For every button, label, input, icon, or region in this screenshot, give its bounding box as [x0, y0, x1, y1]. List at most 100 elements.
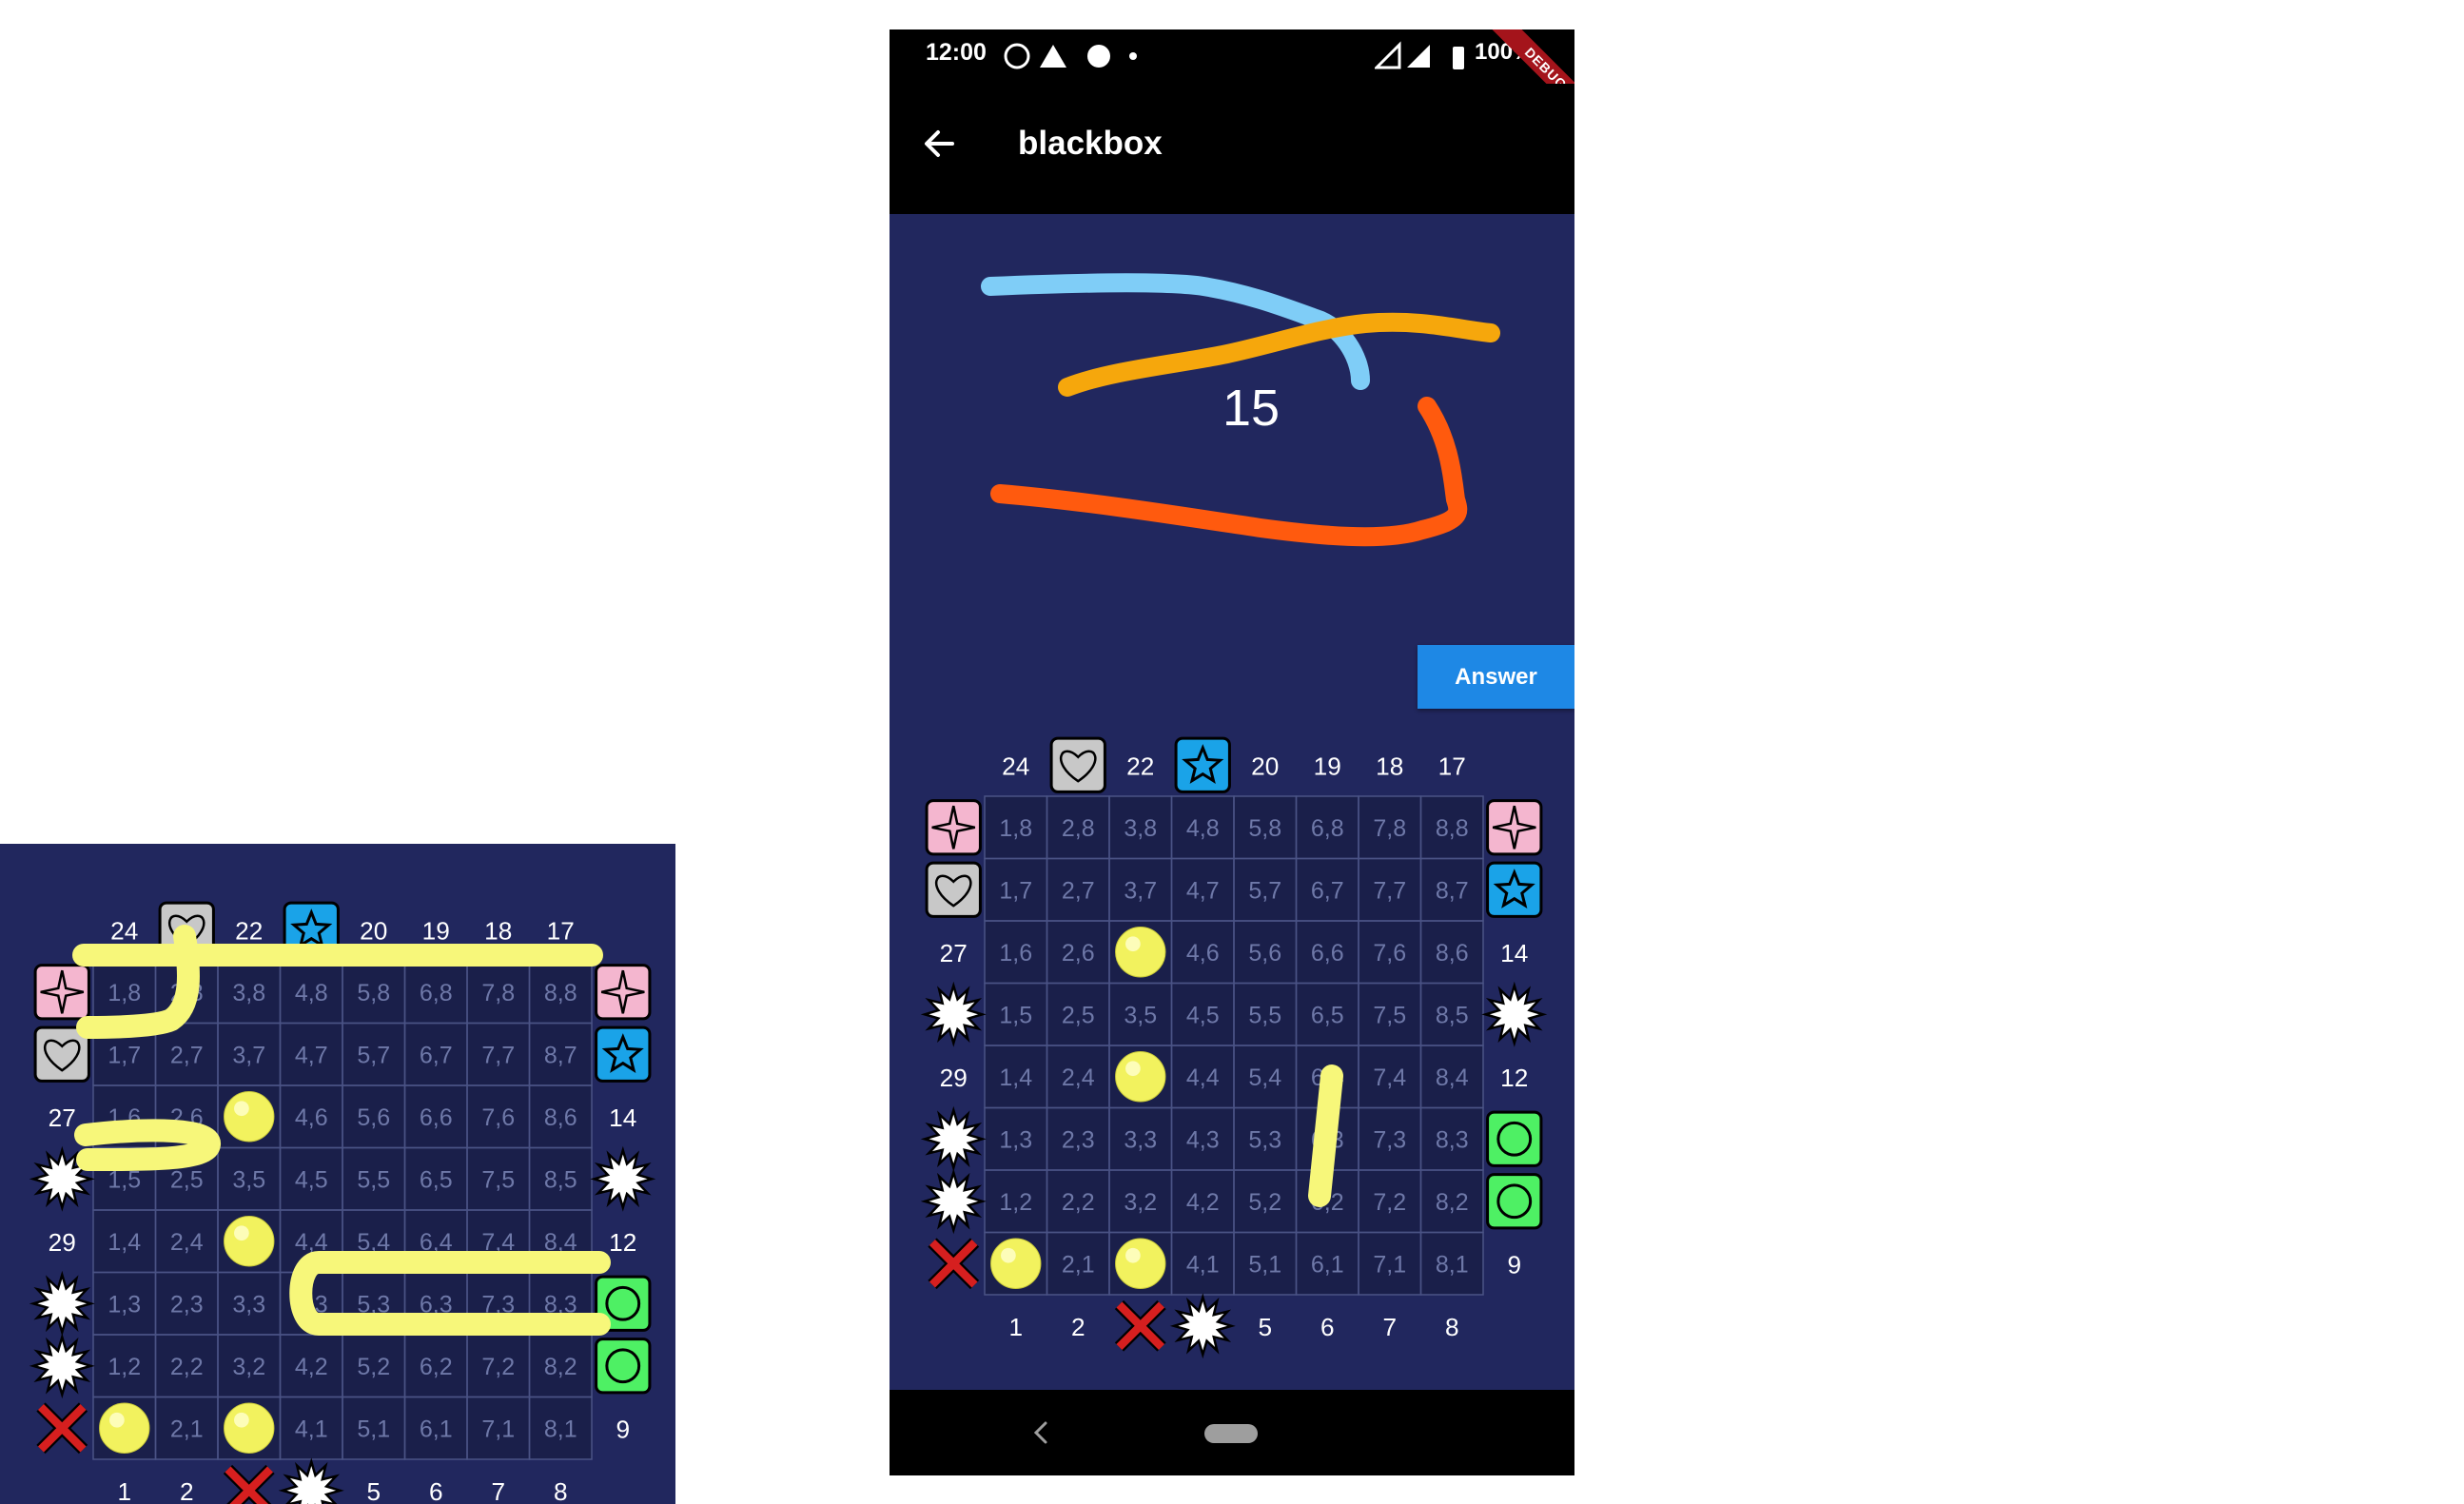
edge-number[interactable]: 17 [1438, 752, 1466, 781]
cell-label: 4,4 [1186, 1065, 1220, 1091]
edge-number[interactable]: 7 [491, 1477, 505, 1504]
scribble-orange [1058, 312, 1500, 397]
left-board-panel: 1,8 2,8 3,8 4,8 5,8 6,8 7,8 8,8 1,7 2,7 3,7 4,7 5,7 6… [0, 844, 675, 1504]
burst-icon[interactable] [590, 1145, 656, 1212]
edge-number[interactable]: 12 [1500, 1064, 1528, 1092]
cell-label: 6,5 [1311, 1002, 1344, 1028]
edge-number[interactable]: 22 [1126, 752, 1154, 781]
star-icon[interactable] [1174, 736, 1231, 793]
star-icon[interactable] [595, 1025, 652, 1083]
edge-number[interactable]: 18 [1376, 752, 1403, 781]
status-icons-left [1004, 43, 1110, 69]
cell-label: 1,7 [108, 1042, 141, 1068]
edge-number[interactable]: 20 [360, 917, 387, 946]
nav-back-icon[interactable] [1023, 1414, 1061, 1452]
app-title: blackbox [1018, 125, 1163, 162]
cell-label: 3,3 [1124, 1126, 1157, 1153]
board-grid: 1,8 2,8 3,8 4,8 5,8 6,8 7,8 8,81,7 2,7 3,7 4,7 5,7 6… [92, 960, 593, 1460]
heart-icon[interactable] [925, 861, 982, 918]
cell-label: 7,7 [481, 1042, 515, 1068]
battery-icon [1453, 47, 1464, 69]
edge-number[interactable]: 1 [117, 1477, 131, 1504]
edge-number[interactable]: 17 [547, 917, 575, 946]
edge-number[interactable]: 27 [940, 939, 968, 967]
cell-label: 1,7 [999, 877, 1032, 904]
edge-number[interactable]: 9 [1507, 1251, 1521, 1279]
edge-number[interactable]: 5 [366, 1477, 381, 1504]
burst-icon[interactable] [29, 1270, 95, 1337]
edge-number[interactable]: 6 [429, 1477, 443, 1504]
edge-number[interactable]: 22 [235, 917, 263, 946]
red-x-icon[interactable] [928, 1238, 980, 1290]
edge-number[interactable]: 5 [1258, 1313, 1272, 1341]
cell-label: 8,5 [544, 1166, 577, 1193]
burst-icon[interactable] [1481, 981, 1548, 1047]
edge-number[interactable]: 1 [1008, 1313, 1023, 1341]
sparkle-icon[interactable] [595, 964, 652, 1021]
cell-label: 8,1 [544, 1416, 577, 1442]
cell-label: 5,6 [357, 1104, 390, 1131]
edge-number[interactable]: 24 [110, 917, 138, 946]
red-x-icon[interactable] [36, 1402, 88, 1455]
cell-label: 4,8 [1186, 815, 1220, 842]
edge-number[interactable]: 24 [1002, 752, 1029, 781]
cell-label: 2,3 [170, 1291, 204, 1318]
sparkle-icon[interactable] [33, 964, 90, 1021]
cell-label: 7,5 [1373, 1002, 1406, 1028]
cell-label: 3,7 [1124, 877, 1157, 904]
answer-button[interactable]: Answer [1418, 645, 1574, 709]
status-bar: 12:00 100% DEBUG [890, 29, 1574, 137]
burst-icon[interactable] [278, 1457, 344, 1504]
cell-label: 2,5 [170, 1166, 204, 1193]
cell-label: 5,7 [1248, 877, 1281, 904]
nav-home-icon[interactable] [1199, 1418, 1265, 1447]
edge-number[interactable]: 2 [1071, 1313, 1085, 1341]
sparkle-icon[interactable] [1486, 799, 1543, 856]
edge-number[interactable]: 14 [609, 1104, 636, 1132]
right-board[interactable]: 1,8 2,8 3,8 4,8 5,8 6,8 7,8 8,8 1,7 2,7 3,7 4,7 5,7 6… [890, 728, 1574, 1384]
cell-label: 5,5 [357, 1166, 390, 1193]
edge-number[interactable]: 20 [1251, 752, 1279, 781]
edge-number[interactable]: 9 [616, 1416, 630, 1444]
cell-label: 6,7 [1311, 877, 1344, 904]
sparkle-icon[interactable] [925, 799, 982, 856]
warning-icon [1040, 45, 1066, 68]
edge-number[interactable]: 7 [1382, 1313, 1397, 1341]
edge-number[interactable]: 19 [1314, 752, 1341, 781]
left-board[interactable]: 1,8 2,8 3,8 4,8 5,8 6,8 7,8 8,81,7 2,7 3,7 4,7 5,7 6… [0, 844, 675, 1504]
burst-icon[interactable] [920, 1105, 987, 1172]
edge-number[interactable]: 29 [940, 1064, 968, 1092]
circle-icon[interactable] [1486, 1173, 1543, 1230]
edge-number[interactable]: 14 [1500, 939, 1528, 967]
cell-label: 8,2 [1436, 1189, 1469, 1216]
edge-number[interactable]: 27 [49, 1104, 76, 1132]
cell-label: 8,5 [1436, 1002, 1469, 1028]
ball [990, 1238, 1042, 1289]
cell-label: 5,8 [357, 980, 390, 1006]
cell-label: 5,3 [1248, 1126, 1281, 1153]
burst-icon[interactable] [920, 981, 987, 1047]
burst-icon[interactable] [920, 1168, 987, 1235]
heart-icon[interactable] [1049, 736, 1106, 793]
red-x-icon[interactable] [223, 1464, 275, 1504]
edge-number[interactable]: 8 [554, 1477, 568, 1504]
burst-icon[interactable] [29, 1333, 95, 1399]
edge-number[interactable]: 8 [1445, 1313, 1459, 1341]
cell-label: 4,8 [295, 980, 328, 1006]
cell-label: 5,6 [1248, 940, 1281, 967]
edge-number[interactable]: 29 [49, 1228, 76, 1257]
cell-label: 2,3 [1062, 1126, 1095, 1153]
edge-number[interactable]: 18 [484, 917, 512, 946]
burst-icon[interactable] [1169, 1293, 1236, 1359]
circle-icon[interactable] [595, 1338, 652, 1395]
edge-number[interactable]: 12 [609, 1228, 636, 1257]
star-icon[interactable] [1486, 861, 1543, 918]
red-x-icon[interactable] [1114, 1299, 1166, 1352]
cell-label: 8,1 [1436, 1251, 1469, 1278]
edge-number[interactable]: 2 [180, 1477, 194, 1504]
back-arrow-icon[interactable] [912, 117, 966, 170]
circle-icon[interactable] [1486, 1110, 1543, 1167]
edge-number[interactable]: 6 [1320, 1313, 1335, 1341]
cell-label: 8,6 [1436, 940, 1469, 967]
edge-number[interactable]: 19 [422, 917, 450, 946]
